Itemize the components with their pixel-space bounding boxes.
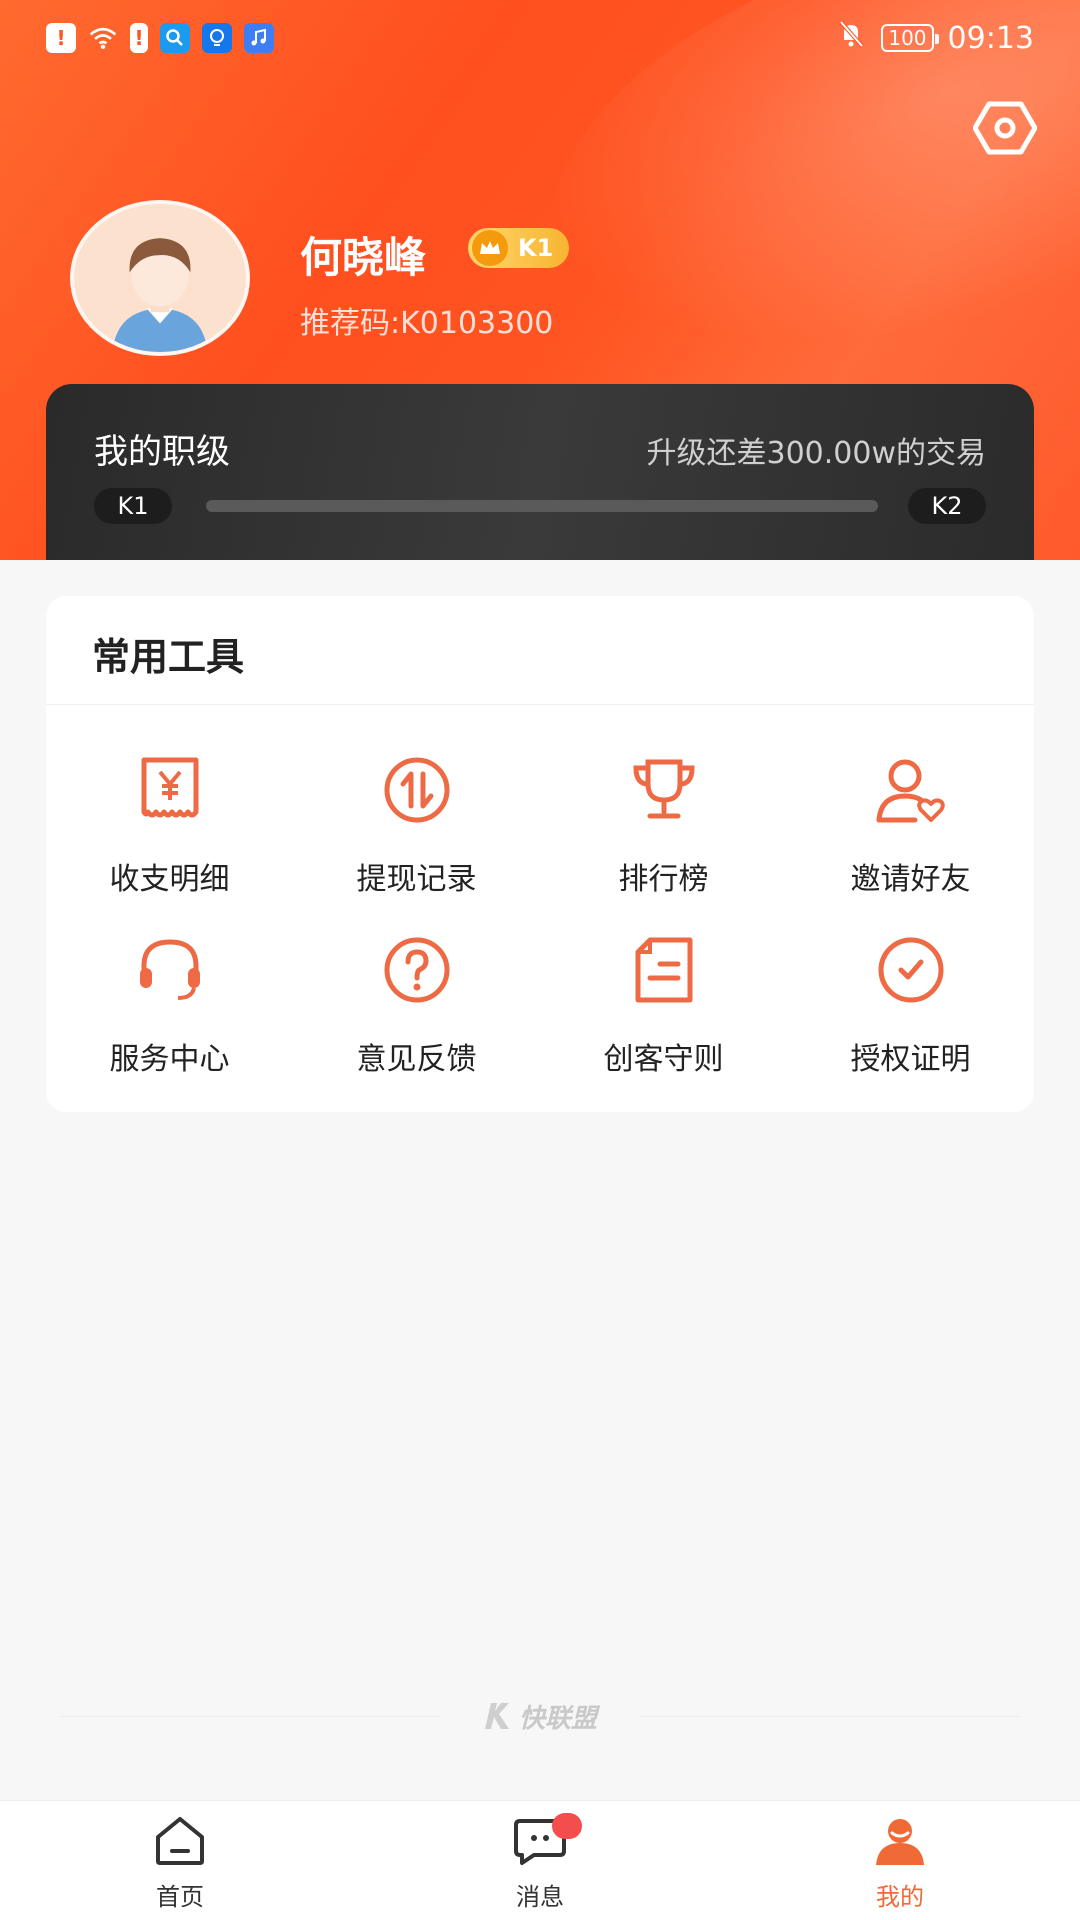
footer-divider-right <box>640 1716 1020 1717</box>
battery-indicator: 100 <box>881 24 939 52</box>
nav-label-messages: 消息 <box>516 1883 564 1911</box>
nav-item-home[interactable]: 首页 <box>0 1801 360 1920</box>
user-name: 何晓峰 <box>300 233 427 282</box>
tool-authorization-certificate[interactable]: 授权证明 <box>787 934 1034 1104</box>
receipt-yen-icon <box>141 757 198 818</box>
status-time: 09:13 <box>947 20 1034 56</box>
rank-next-level: K2 <box>908 488 986 524</box>
rank-upgrade-hint: 升级还差300.00w的交易 <box>646 436 986 471</box>
footer-brand-logo: 快联盟 <box>470 1696 610 1736</box>
headset-icon <box>139 939 200 1000</box>
search-app-icon <box>160 23 190 53</box>
profile-icon <box>876 1819 924 1865</box>
document-icon <box>635 937 692 1003</box>
footer-divider-left <box>60 1716 440 1717</box>
tools-divider <box>46 704 1034 705</box>
question-icon <box>384 937 449 1003</box>
status-icons-right: 100 09:13 <box>835 18 1034 58</box>
tool-withdraw-record[interactable]: 提现记录 <box>293 754 540 924</box>
music-app-icon <box>244 23 274 53</box>
check-circle-icon <box>878 937 943 1003</box>
tool-invite-friends[interactable]: 邀请好友 <box>787 754 1034 924</box>
crown-icon <box>472 230 508 266</box>
tool-service-center[interactable]: 服务中心 <box>46 934 293 1104</box>
nav-item-messages[interactable]: 消息 <box>360 1801 720 1920</box>
avatar[interactable] <box>70 200 250 356</box>
tool-label: 创客守则 <box>603 1042 724 1077</box>
bottom-nav: 首页 消息 我的 <box>0 1800 1080 1920</box>
nav-item-profile[interactable]: 我的 <box>720 1801 1080 1920</box>
tools-title: 常用工具 <box>92 635 245 679</box>
tool-label: 收支明细 <box>109 862 230 897</box>
wifi-icon <box>88 23 118 53</box>
bell-off-icon <box>835 18 867 58</box>
trophy-icon <box>632 759 695 819</box>
nav-label-home: 首页 <box>156 1883 204 1911</box>
tool-label: 意见反馈 <box>356 1042 477 1077</box>
tool-label: 提现记录 <box>356 862 477 897</box>
settings-hexagon-icon <box>973 101 1037 155</box>
level-badge: K1 <box>468 228 570 268</box>
battery-warning-icon: ! <box>130 23 148 53</box>
home-icon <box>156 1817 204 1865</box>
tool-label: 授权证明 <box>850 1042 971 1077</box>
status-icons-left: ! ! <box>46 23 274 53</box>
brand-k-icon <box>484 1703 509 1729</box>
transfer-icon <box>384 757 449 823</box>
footer-brand-text: 快联盟 <box>518 1703 597 1734</box>
rank-title: 我的职级 <box>94 432 230 472</box>
tool-income-detail[interactable]: 收支明细 <box>46 754 293 924</box>
nav-label-profile: 我的 <box>876 1883 924 1911</box>
message-badge <box>552 1813 582 1839</box>
tool-label: 排行榜 <box>618 862 709 897</box>
rank-progress-bar <box>206 500 878 512</box>
settings-button[interactable] <box>972 100 1038 156</box>
tool-label: 邀请好友 <box>850 862 971 897</box>
alert-icon: ! <box>46 23 76 53</box>
bulb-app-icon <box>202 23 232 53</box>
rank-card[interactable]: 我的职级 升级还差300.00w的交易 K1 K2 <box>46 384 1034 560</box>
status-bar: ! ! 100 09:13 <box>0 0 1080 76</box>
tools-card: 常用工具 收支明细 提现记录 排行榜 邀请好友 服务中心 意见反馈 创客守则 授… <box>46 596 1034 1112</box>
rank-current-level: K1 <box>94 488 172 524</box>
tool-feedback[interactable]: 意见反馈 <box>293 934 540 1104</box>
tool-maker-rules[interactable]: 创客守则 <box>540 934 787 1104</box>
referral-code: 推荐码:K0103300 <box>300 306 554 341</box>
tool-leaderboard[interactable]: 排行榜 <box>540 754 787 924</box>
user-avatar-icon <box>74 204 246 352</box>
tool-label: 服务中心 <box>109 1042 230 1077</box>
level-badge-label: K1 <box>518 234 554 262</box>
user-heart-icon <box>876 759 945 823</box>
